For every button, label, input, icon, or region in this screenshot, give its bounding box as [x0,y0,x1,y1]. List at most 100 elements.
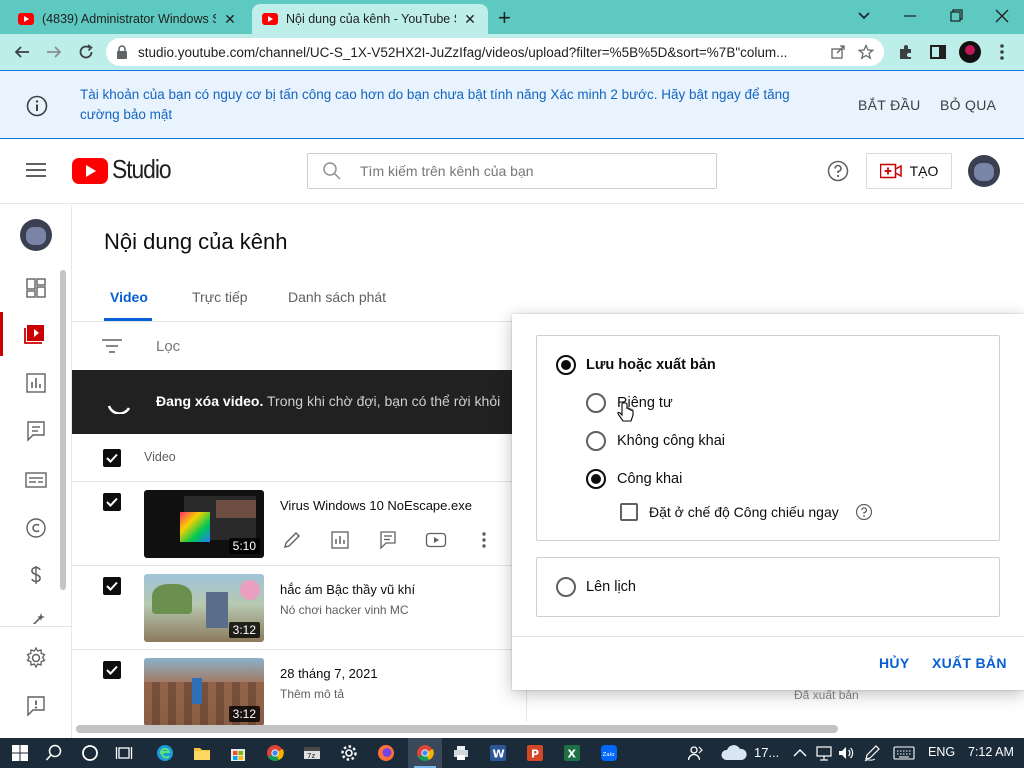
public-label[interactable]: Công khai [617,471,682,487]
powerpoint-icon[interactable]: P [523,741,547,765]
sidebar-item-content[interactable] [24,322,48,346]
premiere-checkbox[interactable] [620,503,638,521]
horizontal-scrollbar[interactable] [76,725,838,733]
system-clock[interactable]: 7:12 AM [968,745,1014,759]
video-thumbnail[interactable]: 3:12 [144,658,264,726]
sidebar-item-earn[interactable] [24,563,48,587]
sidebar-item-subtitles[interactable] [24,468,48,492]
save-or-publish-radio[interactable] [556,355,576,375]
sidebar-item-copyright[interactable] [24,516,48,540]
file-explorer-icon[interactable] [190,741,214,765]
show-hidden-icons-chevron-icon[interactable] [788,741,812,765]
row-checkbox[interactable] [103,661,121,679]
unlisted-label[interactable]: Không công khai [617,433,725,449]
zalo-icon[interactable]: Zalo [597,741,621,765]
create-button[interactable]: TẠO [866,153,952,189]
touch-keyboard-icon[interactable] [892,741,916,765]
back-arrow-icon[interactable] [10,40,34,64]
video-title[interactable]: hắc ám Bậc thầy vũ khí [280,582,415,597]
unlisted-radio[interactable] [586,431,606,451]
filter-icon[interactable] [102,338,122,354]
tab-search-chevron-icon[interactable] [854,6,874,26]
edit-pencil-icon[interactable] [282,530,302,550]
lock-icon[interactable] [116,45,128,59]
sidebar-item-settings[interactable] [24,646,48,670]
people-icon[interactable] [684,741,708,765]
premiere-label[interactable]: Đặt ở chế độ Công chiếu ngay [649,504,839,520]
weather-cloud-icon[interactable] [720,743,748,763]
row-checkbox[interactable] [103,493,121,511]
save-or-publish-label[interactable]: Lưu hoặc xuất bản [586,357,716,373]
active-chrome-task[interactable] [408,738,442,768]
edge-browser-icon[interactable] [153,741,177,765]
comments-icon[interactable] [378,530,398,550]
volume-icon[interactable] [834,741,858,765]
forward-arrow-icon[interactable] [42,40,66,64]
sidebar-item-feedback[interactable] [24,694,48,718]
schedule-label[interactable]: Lên lịch [586,579,636,595]
task-view-icon[interactable] [112,741,136,765]
tab-video[interactable]: Video [110,289,148,305]
network-icon[interactable] [812,741,836,765]
input-language[interactable]: ENG [928,745,955,759]
sidebar-item-analytics[interactable] [24,371,48,395]
publish-button[interactable]: XUẤT BẢN [932,655,1007,671]
channel-avatar[interactable] [20,219,52,251]
windows-start-icon[interactable] [8,741,32,765]
skip-button[interactable]: BỎ QUA [940,97,996,113]
extensions-puzzle-icon[interactable] [894,40,918,64]
store-icon[interactable] [226,741,250,765]
bookmark-star-icon[interactable] [858,44,874,60]
sidebar-item-dashboard[interactable] [24,276,48,300]
side-panel-icon[interactable] [926,40,950,64]
new-tab-button[interactable]: + [498,5,511,31]
restore-window-icon[interactable] [946,6,966,26]
weather-temp[interactable]: 17... [754,745,779,760]
close-tab-icon[interactable]: ✕ [462,11,478,28]
zip-archive-icon[interactable]: 7z [300,741,324,765]
search-icon[interactable] [42,741,66,765]
tab-live[interactable]: Trực tiếp [192,289,248,305]
excel-icon[interactable]: X [560,741,584,765]
word-icon[interactable]: W [486,741,510,765]
pen-icon[interactable] [860,741,884,765]
schedule-radio[interactable] [556,577,576,597]
channel-search-input[interactable]: Tìm kiếm trên kênh của bạn [307,153,717,189]
url-text[interactable]: studio.youtube.com/channel/UC-S_1X-V52HX… [138,45,830,60]
cortana-icon[interactable] [78,741,102,765]
sidebar-item-comments[interactable] [24,419,48,443]
browser-tab-studio[interactable]: Nội dung của kênh - YouTube Stu ✕ [252,4,488,34]
sidebar-item-customization[interactable] [24,610,48,624]
studio-logo-text[interactable]: Studio [112,154,172,185]
browser-tab-youtube[interactable]: (4839) Administrator Windows Se ✕ [8,4,248,34]
video-title[interactable]: 28 tháng 7, 2021 [280,666,378,681]
analytics-icon[interactable] [330,530,350,550]
video-thumbnail[interactable]: 5:10 [144,490,264,558]
printer-app-icon[interactable] [449,741,473,765]
firefox-icon[interactable] [374,741,398,765]
filter-input[interactable]: Lọc [156,338,180,355]
share-icon[interactable] [830,44,846,60]
settings-gear-icon[interactable] [337,741,361,765]
more-options-icon[interactable] [480,530,488,550]
minimize-window-icon[interactable] [900,6,920,26]
browser-menu-kebab-icon[interactable] [990,40,1014,64]
close-tab-icon[interactable]: ✕ [222,11,238,28]
address-bar[interactable]: studio.youtube.com/channel/UC-S_1X-V52HX… [106,38,884,66]
video-title[interactable]: Virus Windows 10 NoEscape.exe [280,498,472,513]
select-all-checkbox[interactable] [103,449,121,467]
start-2sv-button[interactable]: BẮT ĐẦU [858,97,921,113]
chrome-icon[interactable] [263,741,287,765]
help-icon[interactable] [827,160,849,182]
youtube-logo-icon[interactable] [72,158,108,184]
youtube-view-icon[interactable] [425,530,447,550]
reload-icon[interactable] [74,40,98,64]
sidebar-scrollbar[interactable] [60,270,66,590]
private-radio[interactable] [586,393,606,413]
tab-playlists[interactable]: Danh sách phát [288,289,386,305]
video-thumbnail[interactable]: 3:12 [144,574,264,642]
close-window-icon[interactable] [992,6,1012,26]
help-icon[interactable] [855,503,873,521]
public-radio[interactable] [586,469,606,489]
row-checkbox[interactable] [103,577,121,595]
